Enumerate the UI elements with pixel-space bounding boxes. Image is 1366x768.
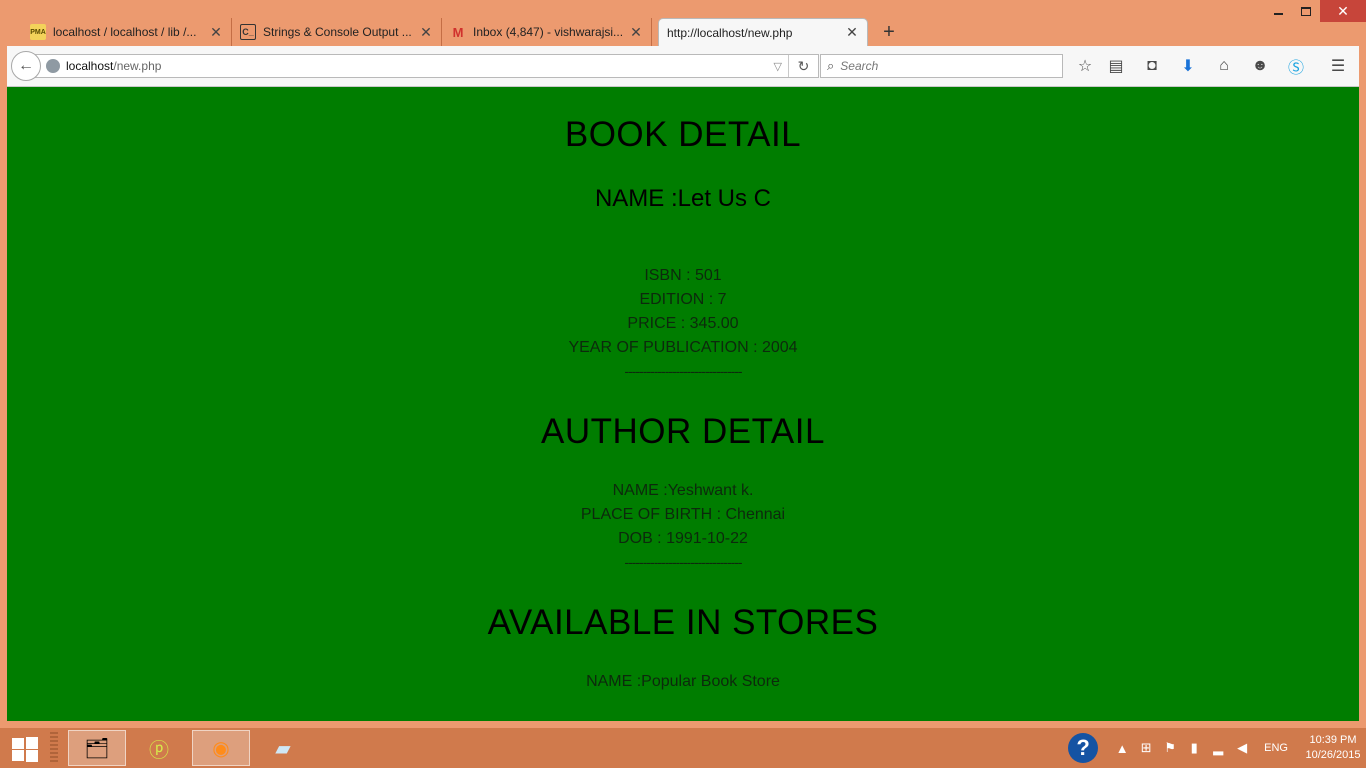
network-icon[interactable]: ▂ (1206, 740, 1230, 756)
windows-logo-icon (12, 738, 24, 749)
battery-icon[interactable]: ▮ (1182, 740, 1206, 756)
tab-title: localhost / localhost / lib /... (53, 25, 197, 39)
phpmyadmin-icon: PMA (30, 24, 46, 40)
author-detail-heading: AUTHOR DETAIL (541, 412, 825, 451)
edition: EDITION : 7 (639, 291, 727, 308)
isbn: ISBN : 501 (644, 267, 722, 284)
close-icon: ✕ (1337, 2, 1349, 19)
tab-title: Inbox (4,847) - vishwarajsi... (473, 25, 624, 39)
system-tray: ? ▲ ⊞ ⚑ ▮ ▂ ◀ ENG 10:39 PM 10/26/2015 (1068, 728, 1366, 768)
taskbar: 🗂 ⓟ ◉ ▰ ? ▲ ⊞ ⚑ ▮ ▂ ◀ ENG 10:39 PM 10/26… (0, 728, 1366, 768)
minimize-button[interactable] (1264, 0, 1292, 22)
home-icon[interactable]: ⌂ (1213, 55, 1235, 77)
reading-list-icon[interactable]: ▤ (1105, 55, 1127, 77)
notepad-icon[interactable]: ▰ (254, 730, 312, 766)
tab-inbox[interactable]: M Inbox (4,847) - vishwarajsi... ✕ (442, 18, 652, 46)
date-of-birth: DOB : 1991-10-22 (618, 530, 748, 547)
download-icon[interactable]: ⬇ (1177, 55, 1199, 77)
store-name: NAME :Popular Book Store (586, 673, 780, 690)
clock[interactable]: 10:39 PM 10/26/2015 (1300, 733, 1366, 763)
search-placeholder: Search (840, 59, 879, 73)
separator: -------------------------------- (624, 363, 742, 379)
show-hidden-icons-icon[interactable]: ▲ (1110, 741, 1134, 756)
gmail-icon: M (452, 24, 464, 40)
language-indicator[interactable]: ENG (1264, 742, 1288, 754)
tab-title: Strings & Console Output ... (263, 25, 412, 39)
separator: -------------------------------- (624, 554, 742, 570)
code-icon: C_ (240, 24, 256, 40)
place-of-birth: PLACE OF BIRTH : Chennai (580, 506, 786, 523)
bookmark-star-icon[interactable]: ☆ (1074, 55, 1096, 77)
action-center-icon[interactable]: ⊞ (1134, 740, 1158, 756)
maximize-button[interactable] (1292, 0, 1320, 22)
globe-icon (46, 59, 60, 73)
new-tab-button[interactable]: + (874, 18, 904, 46)
book-detail-heading: BOOK DETAIL (564, 115, 802, 154)
tab-close-icon[interactable]: ✕ (209, 24, 223, 41)
url-path: /new.php (113, 59, 162, 73)
search-icon: ⌕ (827, 58, 835, 73)
tab-new-php[interactable]: http://localhost/new.php ✕ (658, 18, 868, 46)
back-button[interactable]: ← (11, 51, 41, 81)
volume-icon[interactable]: ◀ (1230, 740, 1254, 756)
url-bar[interactable]: localhost/new.php ▽ ↻ (29, 54, 819, 78)
tab-title: http://localhost/new.php (667, 25, 793, 40)
history-dropdown-icon[interactable]: ▽ (774, 60, 782, 73)
tab-strip: PMA localhost / localhost / lib /... ✕ C… (22, 18, 904, 46)
book-name: NAME :Let Us C (594, 185, 772, 212)
clock-date: 10/26/2015 (1305, 749, 1361, 761)
taskbar-grip (50, 732, 58, 764)
back-arrow-icon: ← (18, 57, 34, 74)
page-content: BOOK DETAIL NAME :Let Us C ISBN : 501 ED… (7, 87, 1359, 721)
windows-logo-icon (26, 750, 38, 762)
flag-icon[interactable]: ⚑ (1158, 740, 1182, 756)
menu-icon[interactable]: ☰ (1327, 55, 1349, 77)
pocket-icon[interactable]: ◘ (1141, 55, 1163, 77)
tab-phpmyadmin[interactable]: PMA localhost / localhost / lib /... ✕ (22, 18, 232, 46)
tab-close-icon[interactable]: ✕ (629, 24, 643, 41)
price: PRICE : 345.00 (627, 315, 739, 332)
reload-icon[interactable]: ↻ (788, 55, 818, 77)
minimize-icon (1273, 13, 1283, 15)
tab-close-icon[interactable]: ✕ (419, 24, 433, 41)
file-explorer-icon[interactable]: 🗂 (68, 730, 126, 766)
windows-logo-icon (26, 737, 38, 749)
url-host: localhost (66, 59, 114, 73)
author-name: NAME :Yeshwant k. (612, 482, 754, 499)
help-icon[interactable]: ? (1068, 733, 1099, 763)
search-input[interactable]: ⌕ Search (820, 54, 1063, 78)
app-launcher-icon[interactable]: ⓟ (130, 730, 188, 766)
start-button[interactable] (8, 736, 42, 762)
hello-chat-icon[interactable]: ☻ (1249, 55, 1271, 77)
navigation-toolbar: localhost/new.php ▽ ↻ ← ⌕ Search ☆ ▤ ◘ ⬇… (7, 46, 1359, 87)
firefox-icon[interactable]: ◉ (192, 730, 250, 766)
available-in-stores-heading: AVAILABLE IN STORES (487, 603, 879, 642)
window-controls: ✕ (1264, 0, 1366, 22)
tab-close-icon[interactable]: ✕ (845, 24, 859, 41)
skype-icon[interactable]: Ⓢ (1285, 55, 1307, 77)
maximize-icon (1301, 6, 1311, 16)
browser-window: ✕ PMA localhost / localhost / lib /... ✕… (0, 0, 1366, 728)
year-of-publication: YEAR OF PUBLICATION : 2004 (568, 339, 798, 356)
close-window-button[interactable]: ✕ (1320, 0, 1366, 22)
windows-logo-icon (12, 750, 24, 761)
tab-strings-console[interactable]: C_ Strings & Console Output ... ✕ (232, 18, 442, 46)
clock-time: 10:39 PM (1309, 734, 1357, 746)
